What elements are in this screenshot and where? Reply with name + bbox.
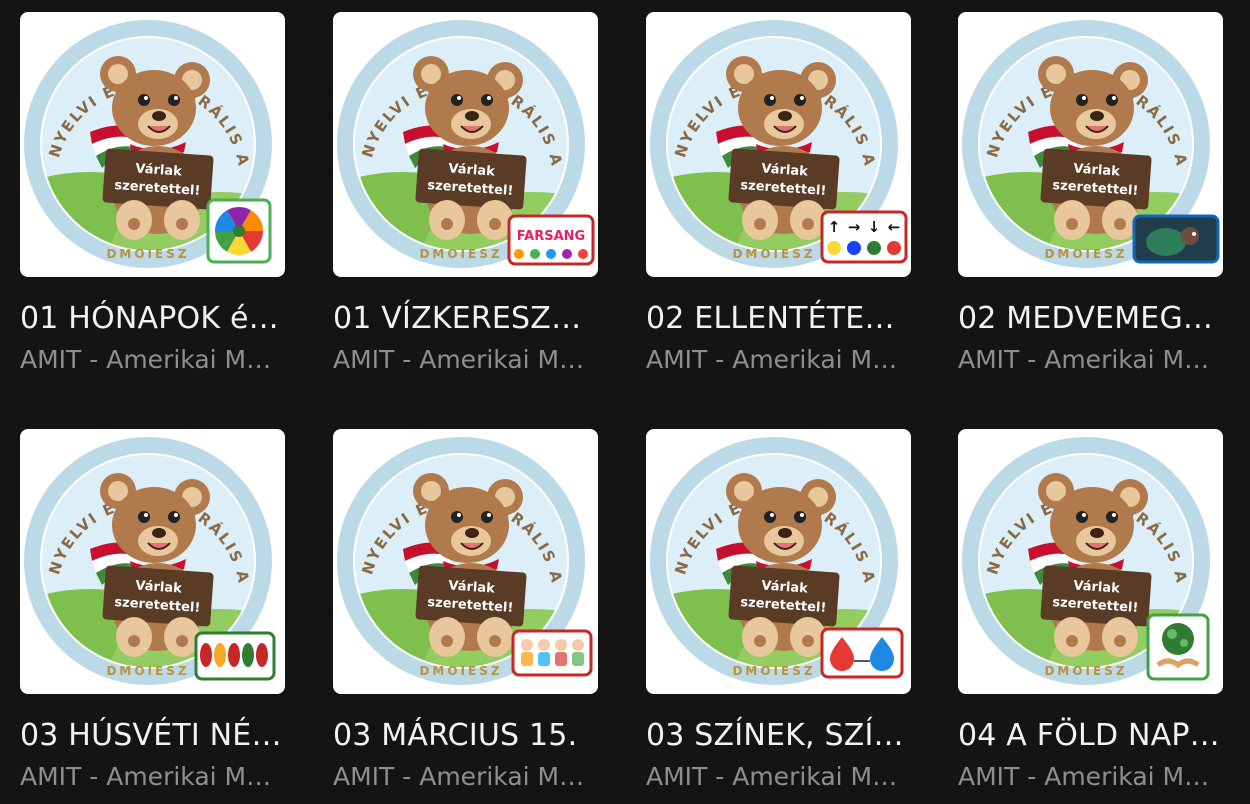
album-artist[interactable]: AMIT - Amerikai M… xyxy=(333,343,588,377)
album-cover[interactable]: MAGYAR NYELVI ÉS KULTURÁLIS ALAPOZÓVárla… xyxy=(646,12,911,277)
album-title[interactable]: 02 ELLENTÉTEK… xyxy=(646,299,911,339)
cover-artwork: MAGYAR NYELVI ÉS KULTURÁLIS ALAPOZÓVárla… xyxy=(958,12,1220,268)
album-cover[interactable]: MAGYAR NYELVI ÉS KULTURÁLIS ALAPOZÓVárla… xyxy=(958,429,1223,694)
album-card[interactable]: MAGYAR NYELVI ÉS KULTURÁLIS ALAPOZÓVárla… xyxy=(958,429,1223,794)
svg-text:DMOIESZ: DMOIESZ xyxy=(419,247,502,261)
album-card[interactable]: MAGYAR NYELVI ÉS KULTURÁLIS ALAPOZÓVárla… xyxy=(20,429,285,794)
album-artist[interactable]: AMIT - Amerikai M… xyxy=(958,343,1213,377)
svg-text:FARSANG: FARSANG xyxy=(517,229,585,244)
album-card[interactable]: MAGYAR NYELVI ÉS KULTURÁLIS ALAPOZÓVárla… xyxy=(333,429,598,794)
album-cover[interactable]: MAGYAR NYELVI ÉS KULTURÁLIS ALAPOZÓVárla… xyxy=(646,429,911,694)
svg-text:DMOIESZ: DMOIESZ xyxy=(419,664,502,678)
svg-text:DMOIESZ: DMOIESZ xyxy=(1044,247,1127,261)
svg-text:DMOIESZ: DMOIESZ xyxy=(1044,664,1127,678)
album-artist[interactable]: AMIT - Amerikai M… xyxy=(646,760,901,794)
album-cover[interactable]: MAGYAR NYELVI ÉS KULTURÁLIS ALAPOZÓVárla… xyxy=(333,12,598,277)
album-artist[interactable]: AMIT - Amerikai M… xyxy=(20,343,275,377)
cover-artwork: MAGYAR NYELVI ÉS KULTURÁLIS ALAPOZÓVárla… xyxy=(20,429,276,685)
album-cover[interactable]: MAGYAR NYELVI ÉS KULTURÁLIS ALAPOZÓVárla… xyxy=(333,429,598,694)
album-title[interactable]: 01 VÍZKERESZT | … xyxy=(333,299,598,339)
svg-text:DMOIESZ: DMOIESZ xyxy=(732,247,815,261)
farsang-icon: FARSANG xyxy=(507,214,595,266)
svg-text:DMOIESZ: DMOIESZ xyxy=(732,664,815,678)
wheel-icon xyxy=(206,198,272,264)
svg-text:→: → xyxy=(848,218,861,236)
album-title[interactable]: 03 MÁRCIUS 15. xyxy=(333,716,598,756)
cover-artwork: MAGYAR NYELVI ÉS KULTURÁLIS ALAPOZÓVárla… xyxy=(333,12,595,268)
album-artist[interactable]: AMIT - Amerikai M… xyxy=(333,760,588,794)
album-grid: MAGYAR NYELVI ÉS KULTURÁLIS ALAPOZÓVárla… xyxy=(0,0,1250,804)
album-title[interactable]: 03 SZÍNEK, SZÍN… xyxy=(646,716,911,756)
cover-artwork: MAGYAR NYELVI ÉS KULTURÁLIS ALAPOZÓVárla… xyxy=(646,429,904,685)
album-cover[interactable]: MAGYAR NYELVI ÉS KULTURÁLIS ALAPOZÓVárla… xyxy=(958,12,1223,277)
arrows-dots-icon: ↑ → ↓ ← xyxy=(820,210,908,264)
album-card[interactable]: MAGYAR NYELVI ÉS KULTURÁLIS ALAPOZÓVárla… xyxy=(646,429,911,794)
svg-text:←: ← xyxy=(888,218,901,236)
cover-artwork: MAGYAR NYELVI ÉS KULTURÁLIS ALAPOZÓVárla… xyxy=(20,12,272,268)
cover-artwork: MAGYAR NYELVI ÉS KULTURÁLIS ALAPOZÓVárla… xyxy=(333,429,593,685)
album-title[interactable]: 01 HÓNAPOK és… xyxy=(20,299,285,339)
svg-text:↑: ↑ xyxy=(828,218,841,236)
children-icon xyxy=(511,629,593,677)
cover-artwork: MAGYAR NYELVI ÉS KULTURÁLIS ALAPOZÓVárla… xyxy=(958,429,1210,685)
folk-pattern-icon xyxy=(194,631,276,681)
cover-artwork: MAGYAR NYELVI ÉS KULTURÁLIS ALAPOZÓVárla… xyxy=(646,12,908,268)
album-card[interactable]: MAGYAR NYELVI ÉS KULTURÁLIS ALAPOZÓVárla… xyxy=(646,12,911,377)
album-card[interactable]: MAGYAR NYELVI ÉS KULTURÁLIS ALAPOZÓVárla… xyxy=(20,12,285,377)
album-card[interactable]: MAGYAR NYELVI ÉS KULTURÁLIS ALAPOZÓVárla… xyxy=(333,12,598,377)
album-artist[interactable]: AMIT - Amerikai M… xyxy=(20,760,275,794)
album-title[interactable]: 03 HÚSVÉTI NÉP… xyxy=(20,716,285,756)
album-artist[interactable]: AMIT - Amerikai M… xyxy=(646,343,901,377)
album-cover[interactable]: MAGYAR NYELVI ÉS KULTURÁLIS ALAPOZÓVárla… xyxy=(20,429,285,694)
bear-cave-icon xyxy=(1132,214,1220,264)
color-drops-icon xyxy=(820,627,904,679)
album-card[interactable]: MAGYAR NYELVI ÉS KULTURÁLIS ALAPOZÓVárla… xyxy=(958,12,1223,377)
album-title[interactable]: 02 MEDVEMEGF… xyxy=(958,299,1223,339)
album-cover[interactable]: MAGYAR NYELVI ÉS KULTURÁLIS ALAPOZÓVárla… xyxy=(20,12,285,277)
album-artist[interactable]: AMIT - Amerikai M… xyxy=(958,760,1213,794)
svg-text:DMOIESZ: DMOIESZ xyxy=(106,664,189,678)
earth-hands-icon xyxy=(1146,613,1210,681)
svg-text:↓: ↓ xyxy=(868,218,881,236)
svg-text:DMOIESZ: DMOIESZ xyxy=(106,247,189,261)
album-title[interactable]: 04 A FÖLD NAPJ… xyxy=(958,716,1223,756)
